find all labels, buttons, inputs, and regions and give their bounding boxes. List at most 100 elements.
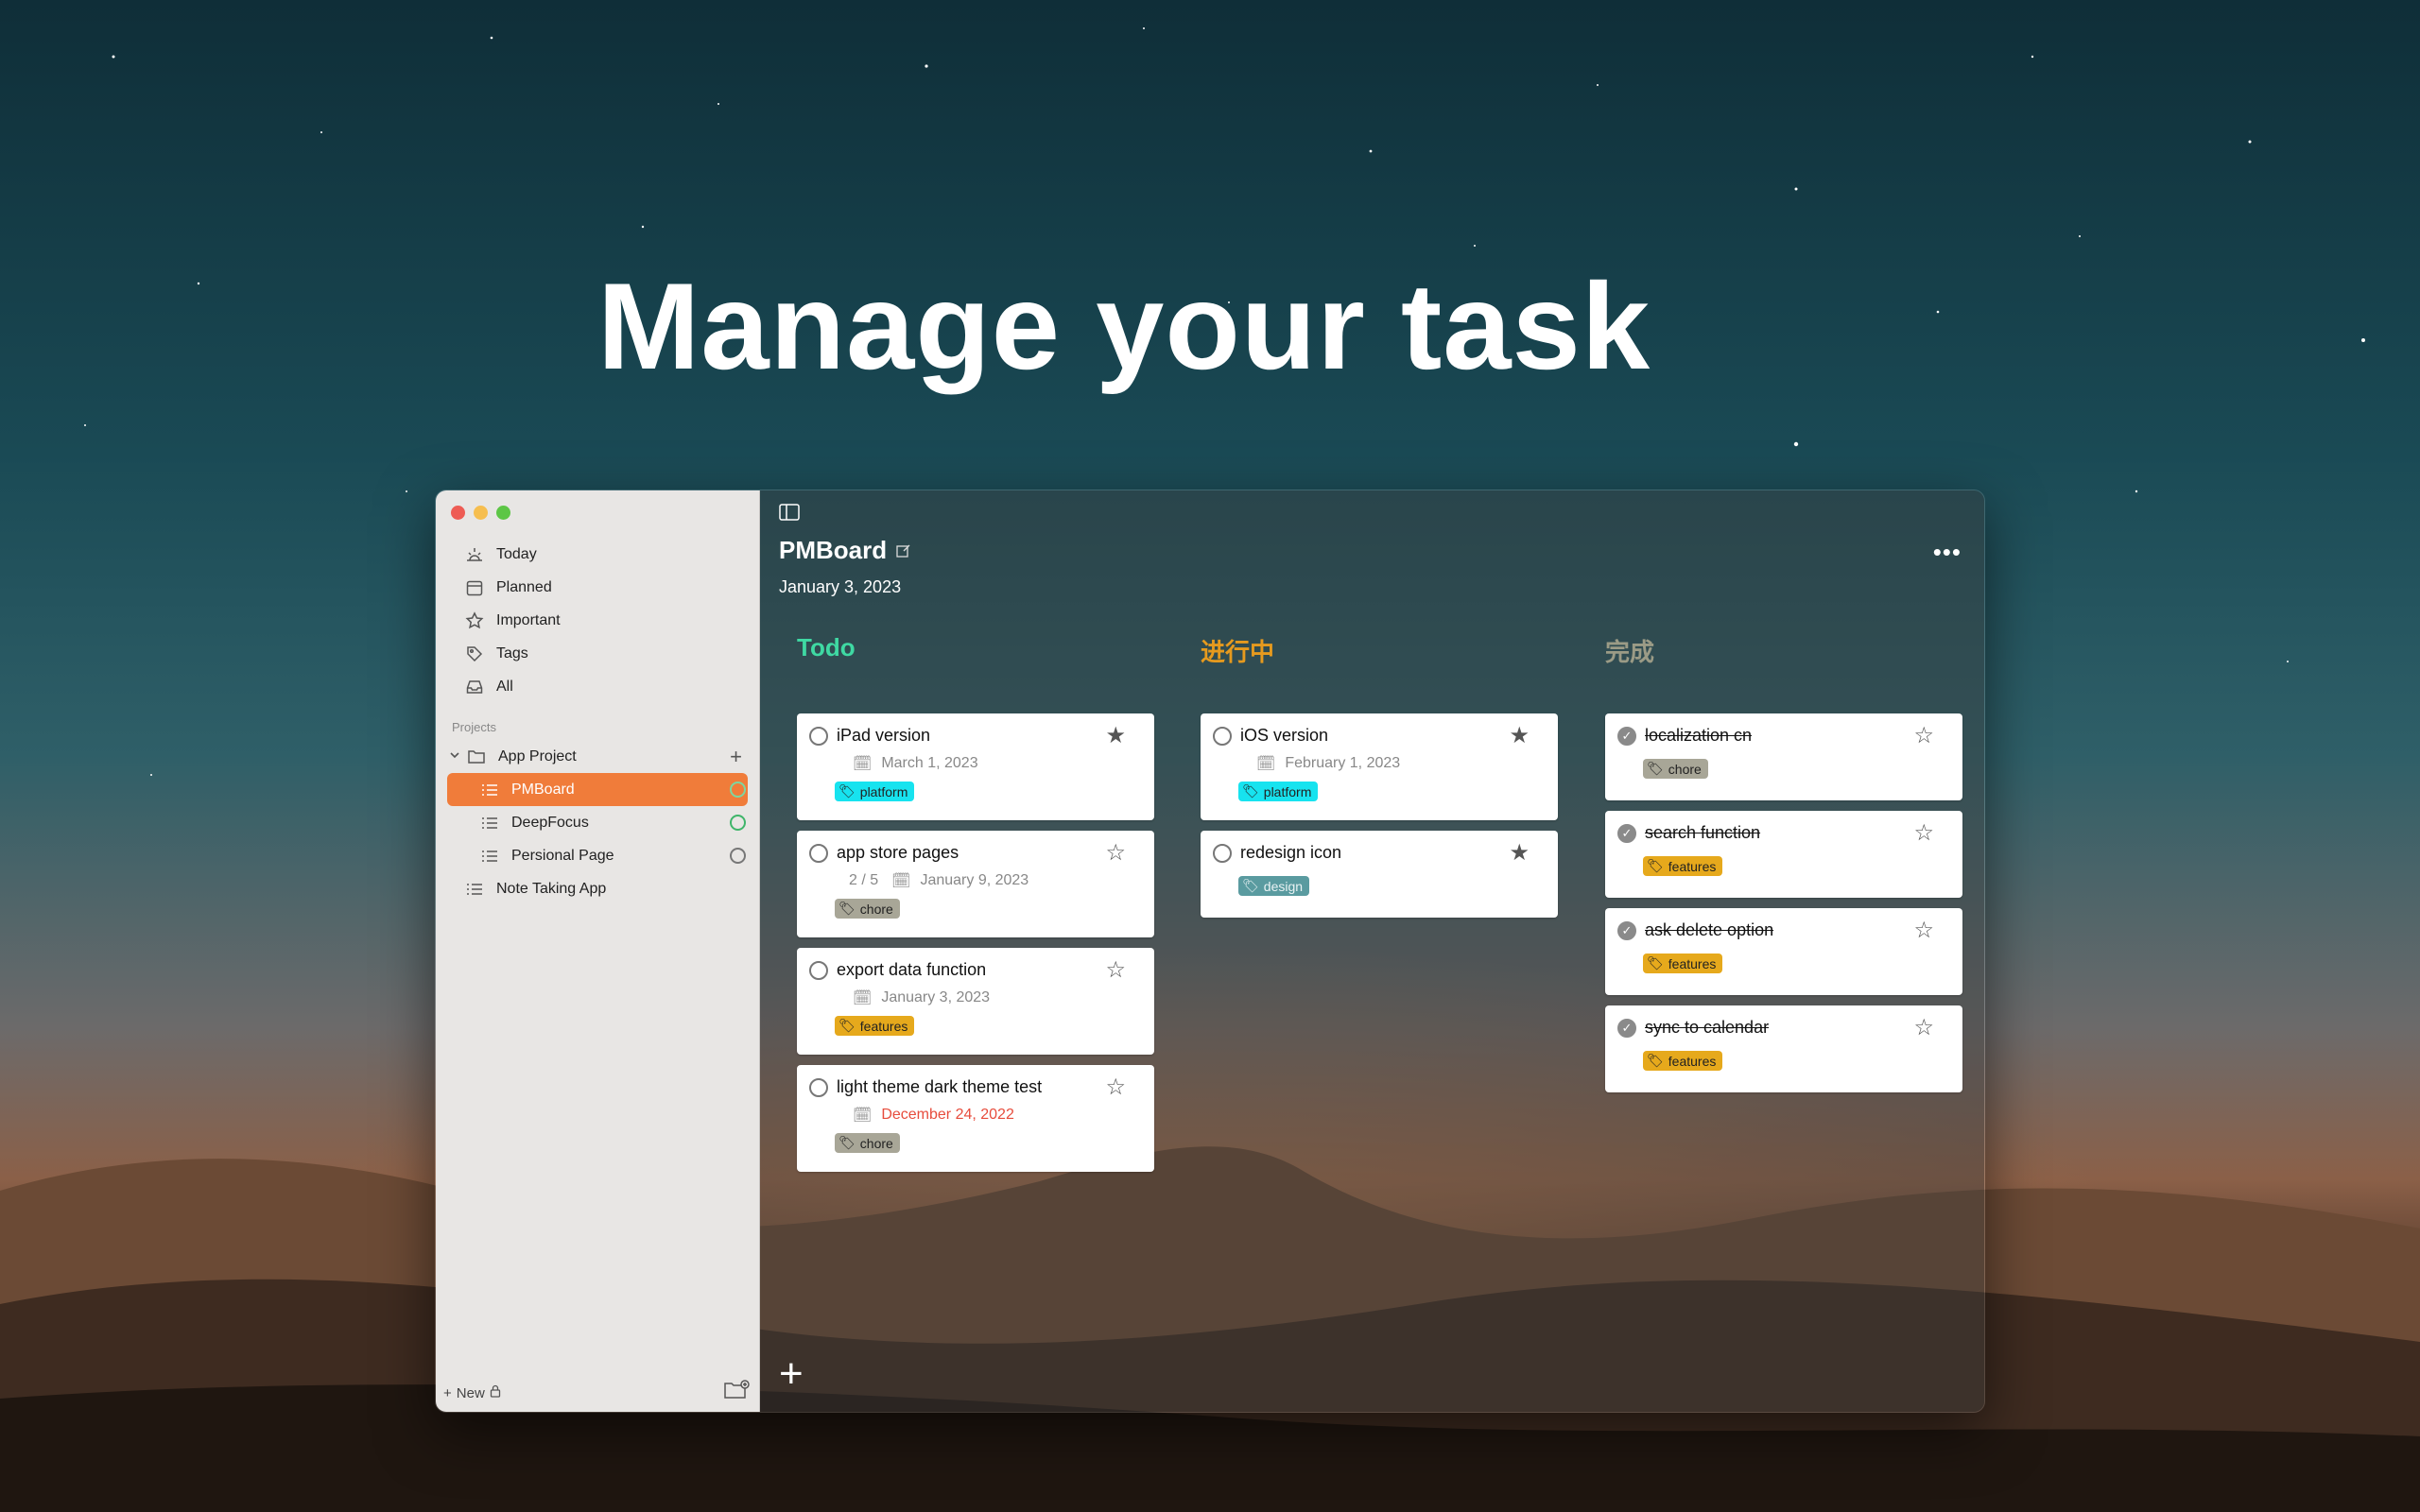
task-card[interactable]: redesign icon ★ 🏷 design: [1201, 831, 1558, 918]
sidebar-item-persional-page[interactable]: Persional Page: [436, 839, 759, 872]
task-tag[interactable]: 🏷 features: [835, 1016, 915, 1036]
task-title: redesign icon: [1240, 843, 1342, 862]
task-card[interactable]: export data function ☆ 🗓 January 3, 2023 …: [797, 948, 1154, 1055]
minimize-window-button[interactable]: [474, 506, 488, 520]
task-checkbox[interactable]: [1213, 726, 1232, 746]
sidebar: Today Planned Important Tags All Project…: [436, 490, 760, 1412]
tag-label: features: [1668, 1053, 1717, 1069]
project-group-app-project[interactable]: App Project +: [436, 740, 759, 773]
sidebar-item-pmboard[interactable]: PMBoard: [447, 773, 748, 806]
sidebar-item-planned[interactable]: Planned: [436, 571, 759, 604]
window-controls: [451, 506, 510, 520]
sidebar-item-label: Important: [496, 611, 561, 628]
task-checkbox[interactable]: [809, 843, 828, 863]
sidebar-nav: Today Planned Important Tags All: [436, 538, 759, 703]
task-title: export data function: [837, 960, 987, 979]
column-title-todo: Todo: [797, 633, 856, 662]
task-due-date-overdue: December 24, 2022: [881, 1107, 1014, 1123]
task-card[interactable]: ✓ ask delete option ☆ 🏷 features: [1605, 908, 1962, 995]
tag-label: features: [1668, 858, 1717, 874]
sidebar-item-important[interactable]: Important: [436, 604, 759, 637]
subtask-progress: 2 / 5: [849, 872, 879, 888]
tag-icon: 🏷: [838, 1135, 856, 1150]
tag-icon: [464, 644, 485, 664]
sidebar-toggle-icon[interactable]: [779, 504, 800, 525]
task-title: iPad version: [837, 726, 931, 745]
close-window-button[interactable]: [451, 506, 465, 520]
task-tag[interactable]: 🏷 chore: [835, 1133, 900, 1153]
task-tag[interactable]: 🏷 design: [1238, 876, 1310, 896]
board-area: PMBoard January 3, 2023 ••• Todo 进行中 完成 …: [760, 490, 1984, 1412]
task-tag[interactable]: 🏷 features: [1643, 856, 1723, 876]
star-outline-icon[interactable]: ☆: [1913, 1017, 1934, 1040]
task-card[interactable]: ✓ localization cn ☆ 🏷 chore: [1605, 713, 1962, 800]
tag-icon: 🏷: [838, 1018, 856, 1033]
star-outline-icon[interactable]: ☆: [1105, 959, 1126, 982]
star-filled-icon[interactable]: ★: [1509, 725, 1530, 747]
sidebar-item-note-taking-app[interactable]: Note Taking App: [436, 872, 759, 905]
task-meta: 🗓 December 24, 2022: [853, 1106, 1142, 1125]
task-checkbox[interactable]: [809, 1077, 828, 1097]
tag-icon: 🏷: [1242, 878, 1259, 893]
tag-label: features: [859, 1018, 908, 1034]
tag-icon: 🏷: [1647, 858, 1664, 873]
task-meta: 🗓 March 1, 2023: [853, 754, 1142, 773]
task-tag[interactable]: 🏷 platform: [835, 782, 915, 801]
more-options-icon[interactable]: •••: [1933, 538, 1962, 567]
add-task-button[interactable]: +: [779, 1353, 804, 1395]
task-card[interactable]: ✓ sync to calendar ☆ 🏷 features: [1605, 1005, 1962, 1092]
task-checkbox[interactable]: [1213, 843, 1232, 863]
task-card[interactable]: light theme dark theme test ☆ 🗓 December …: [797, 1065, 1154, 1172]
task-checkbox-checked[interactable]: ✓: [1617, 920, 1636, 940]
sidebar-item-label: Today: [496, 545, 537, 562]
new-project-button[interactable]: + New: [443, 1384, 501, 1401]
calendar-icon: 🗓: [891, 873, 911, 889]
task-checkbox[interactable]: [809, 726, 828, 746]
task-tag[interactable]: 🏷 chore: [1643, 759, 1708, 779]
tag-icon: 🏷: [838, 901, 856, 916]
sidebar-item-deepfocus[interactable]: DeepFocus: [436, 806, 759, 839]
star-outline-icon[interactable]: ☆: [1913, 725, 1934, 747]
board-title-row: PMBoard: [779, 536, 911, 565]
project-group-label: App Project: [498, 747, 577, 765]
task-meta: 2 / 5 🗓 January 9, 2023: [849, 871, 1142, 890]
task-due-date: March 1, 2023: [881, 755, 978, 771]
task-checkbox[interactable]: [809, 960, 828, 980]
task-title: app store pages: [837, 843, 959, 862]
add-project-button[interactable]: +: [730, 746, 742, 766]
task-tag[interactable]: 🏷 features: [1643, 954, 1723, 973]
chevron-down-icon[interactable]: [449, 748, 462, 765]
task-tag[interactable]: 🏷 features: [1643, 1051, 1723, 1071]
task-checkbox-checked[interactable]: ✓: [1617, 726, 1636, 746]
task-checkbox-checked[interactable]: ✓: [1617, 1018, 1636, 1038]
star-outline-icon[interactable]: ☆: [1105, 1076, 1126, 1099]
star-outline-icon[interactable]: ☆: [1913, 822, 1934, 845]
tag-icon: 🏷: [1242, 783, 1259, 799]
star-outline-icon[interactable]: ☆: [1913, 919, 1934, 942]
task-card[interactable]: iPad version ★ 🗓 March 1, 2023 🏷 platform: [797, 713, 1154, 820]
task-tag[interactable]: 🏷 chore: [835, 899, 900, 919]
star-filled-icon[interactable]: ★: [1105, 725, 1126, 747]
tag-label: chore: [859, 901, 893, 917]
project-label: Note Taking App: [496, 880, 607, 897]
task-card[interactable]: app store pages ☆ 2 / 5 🗓 January 9, 2023 …: [797, 831, 1154, 937]
sidebar-item-label: All: [496, 678, 513, 695]
task-card[interactable]: ✓ search function ☆ 🏷 features: [1605, 811, 1962, 898]
new-button-label: New: [456, 1384, 485, 1401]
sidebar-item-all[interactable]: All: [436, 670, 759, 703]
task-title: search function: [1645, 823, 1761, 842]
zoom-window-button[interactable]: [496, 506, 510, 520]
task-tag[interactable]: 🏷 platform: [1238, 782, 1319, 801]
star-filled-icon[interactable]: ★: [1509, 842, 1530, 865]
new-folder-button[interactable]: [723, 1380, 750, 1404]
star-outline-icon[interactable]: ☆: [1105, 842, 1126, 865]
sidebar-item-tags[interactable]: Tags: [436, 637, 759, 670]
edit-icon[interactable]: [896, 536, 911, 565]
plus-icon: +: [443, 1384, 452, 1401]
tag-icon: 🏷: [1647, 761, 1664, 776]
sidebar-item-today[interactable]: Today: [436, 538, 759, 571]
task-meta: 🗓 January 3, 2023: [853, 988, 1142, 1007]
task-due-date: February 1, 2023: [1285, 755, 1401, 771]
task-card[interactable]: iOS version ★ 🗓 February 1, 2023 🏷 platfor…: [1201, 713, 1558, 820]
task-checkbox-checked[interactable]: ✓: [1617, 823, 1636, 843]
